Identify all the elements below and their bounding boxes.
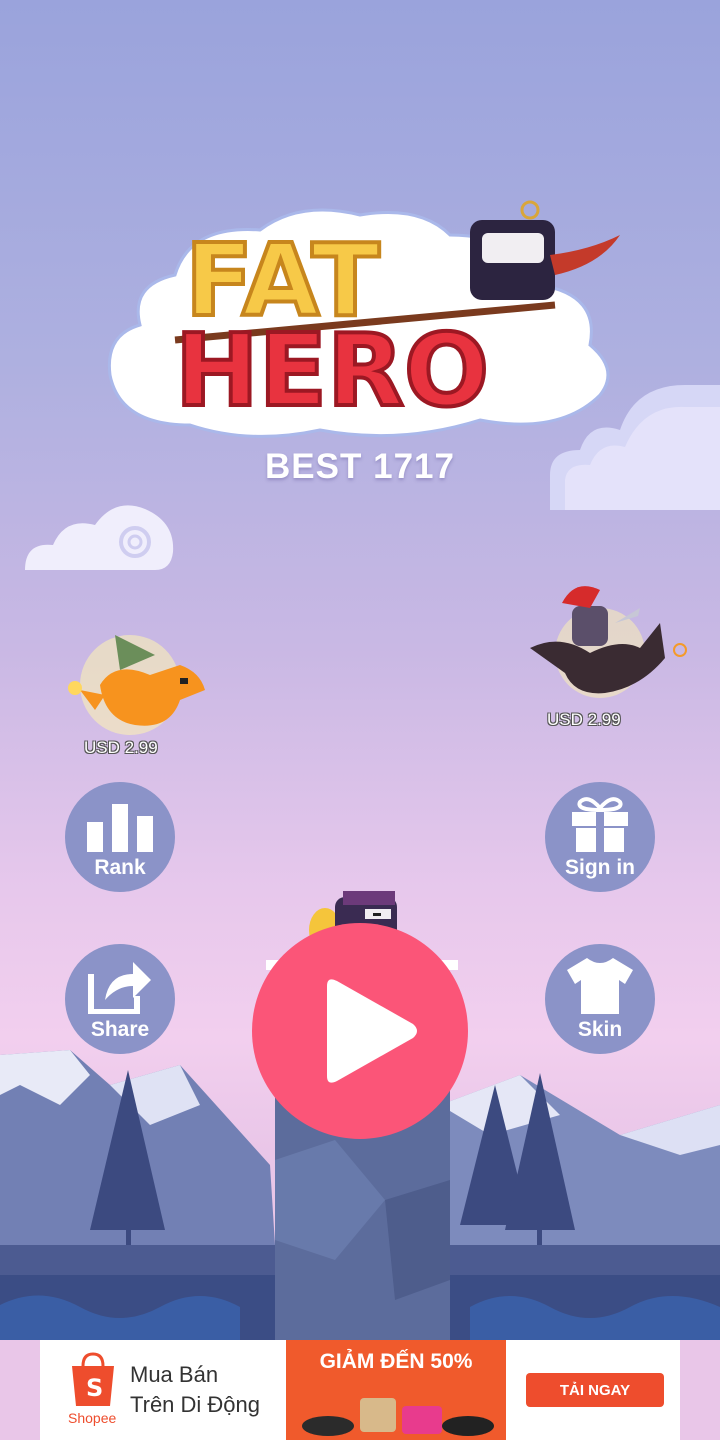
right-price-label: USD 2.99 <box>547 710 621 729</box>
play-button[interactable] <box>252 923 468 1139</box>
ad-promo-section: GIẢM ĐẾN 50% <box>286 1340 506 1440</box>
cloud-left <box>25 505 174 570</box>
rank-button[interactable]: Rank <box>65 782 175 892</box>
shopee-bag-icon: S <box>72 1352 114 1406</box>
play-icon <box>327 979 417 1083</box>
ad-banner[interactable]: S Shopee Mua Bán Trên Di Động GIẢM ĐẾN 5… <box>40 1340 680 1440</box>
best-score: BEST 1717 <box>265 447 455 486</box>
logo-hero-text: HERO <box>175 312 489 429</box>
download-now-button[interactable]: TẢI NGAY <box>526 1373 664 1407</box>
game-logo: FAT HERO <box>100 195 640 450</box>
share-label: Share <box>90 1018 150 1041</box>
ad-brand-text: Shopee <box>68 1410 117 1426</box>
ad-title-line1: Mua Bán <box>130 1362 219 1387</box>
ad-title-line2: Trên Di Động <box>130 1392 261 1417</box>
ad-promo-text: GIẢM ĐẾN 50% <box>319 1350 473 1373</box>
sign-in-button[interactable]: Sign in <box>545 782 655 892</box>
dark-knight-icon <box>530 586 687 698</box>
svg-text:S: S <box>86 1374 103 1402</box>
shop-item-left[interactable]: USD 2.99 <box>60 620 220 760</box>
shop-item-right[interactable]: USD 2.99 <box>520 578 695 733</box>
rank-label: Rank <box>94 856 146 879</box>
ad-cta-section: TẢI NGAY <box>506 1340 680 1440</box>
skin-label: Skin <box>577 1018 623 1041</box>
ad-title: Mua Bán Trên Di Động <box>130 1360 260 1420</box>
share-icon <box>88 962 151 1014</box>
bar-chart-icon <box>87 804 153 852</box>
ninja-head-icon <box>470 200 620 300</box>
left-price-label: USD 2.99 <box>84 738 158 757</box>
share-button[interactable]: Share <box>65 944 175 1054</box>
gift-icon <box>572 797 628 852</box>
shirt-icon <box>567 958 633 1014</box>
sign-in-label: Sign in <box>565 856 635 879</box>
products-icon <box>302 1398 494 1436</box>
orange-dragon-icon <box>68 635 205 735</box>
skin-button[interactable]: Skin <box>545 944 655 1054</box>
ad-left-section: S Shopee Mua Bán Trên Di Động <box>40 1340 286 1440</box>
